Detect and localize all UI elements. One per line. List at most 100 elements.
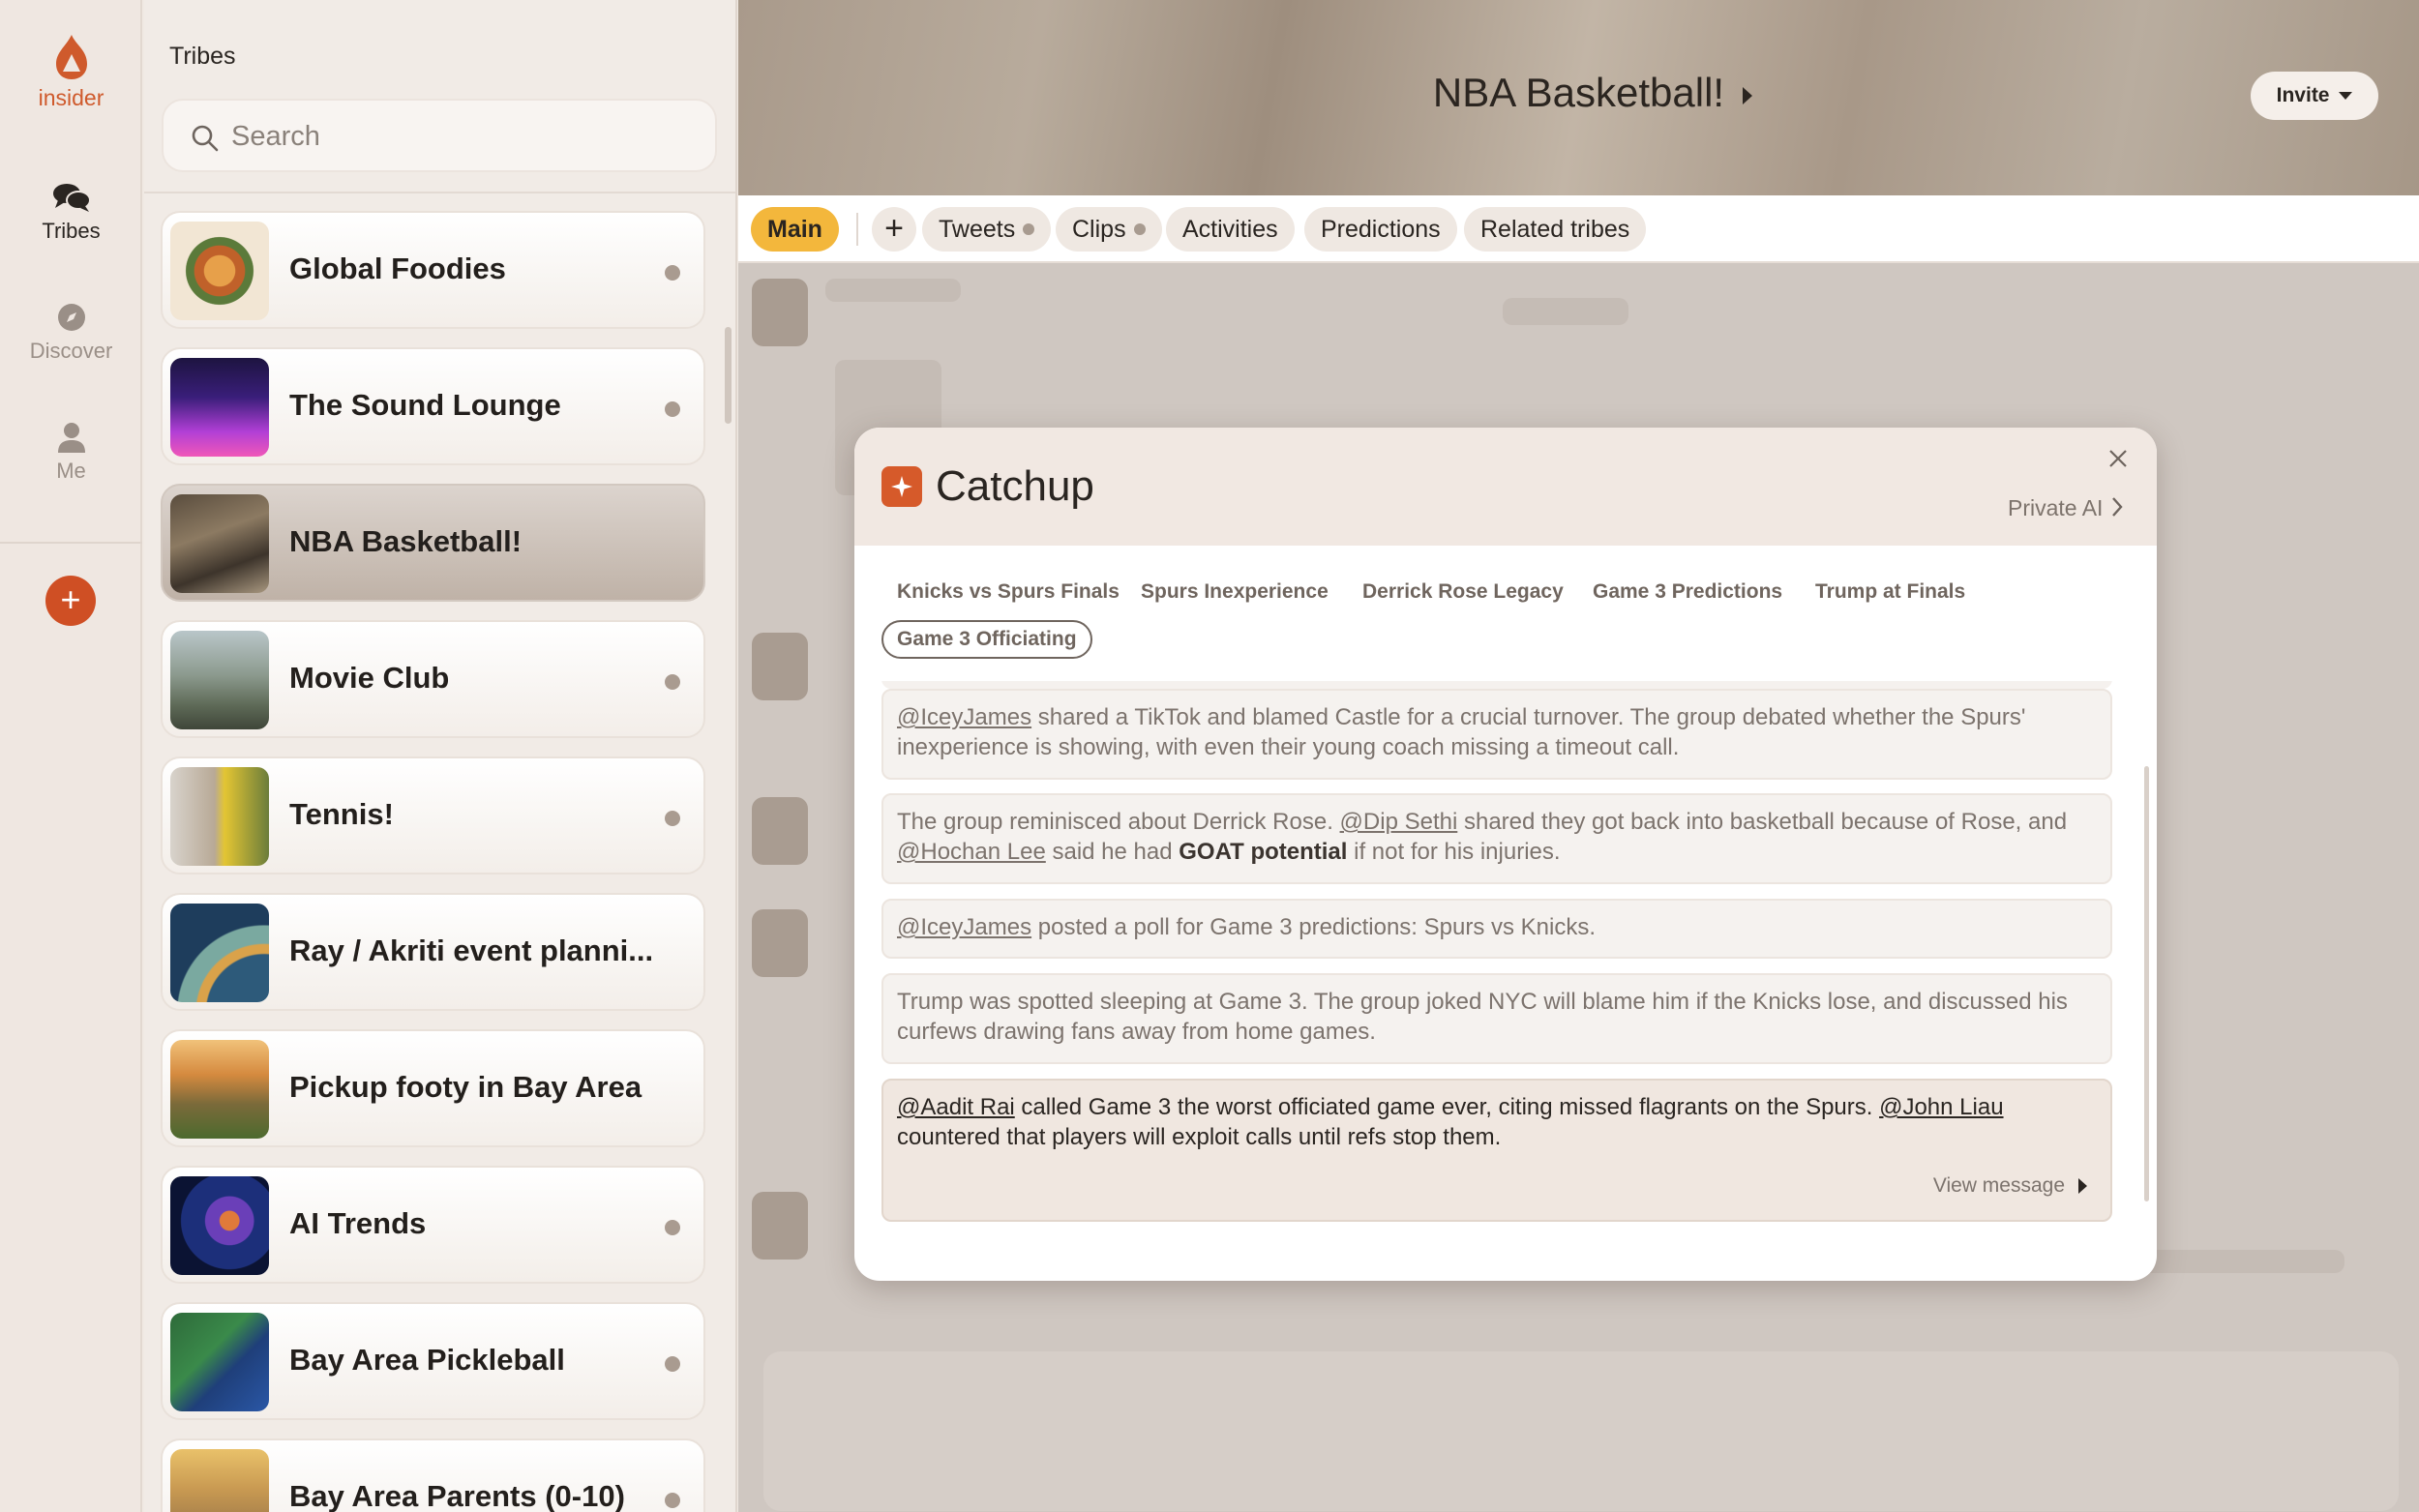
topic-trump-at-finals[interactable]: Trump at Finals [1815,580,1965,604]
summary-text: The group reminisced about Derrick Rose. [897,809,1340,835]
add-tab-button[interactable]: + [872,207,916,252]
tab-related-tribes[interactable]: Related tribes [1464,207,1647,252]
tribe-name: Pickup footy in Bay Area [289,1070,642,1104]
rail-label-me: Me [56,459,86,483]
rail-item-tribes[interactable]: Tribes [0,182,142,244]
channel-main: NBA Basketball! Invite Main + Tweets Cli… [738,0,2419,1512]
tribe-name: Global Foodies [289,252,506,285]
tribe-item-global-foodies[interactable]: Global Foodies [161,211,705,329]
compass-icon [57,304,85,331]
catchup-scrollbar[interactable] [2144,766,2149,1201]
view-message-link[interactable]: View message [1933,1171,2087,1201]
avatar [752,797,808,865]
tribe-thumbnail [170,1313,269,1411]
tribes-heading: Tribes [169,43,236,70]
rail-label-tribes: Tribes [42,219,101,243]
tab-label: Activities [1182,216,1278,243]
tab-activities[interactable]: Activities [1166,207,1295,252]
tribe-thumbnail [170,494,269,593]
topic-spurs-inexperience[interactable]: Spurs Inexperience [1141,580,1329,604]
search-input[interactable] [231,114,696,159]
chat-bubbles-icon [52,184,91,212]
tribes-divider [144,192,735,193]
search-box[interactable] [162,99,717,172]
invite-button[interactable]: Invite [2251,72,2378,120]
tribe-name: NBA Basketball! [289,524,523,558]
summary-text: shared they got back into basketball bec… [1457,809,2068,835]
channel-title[interactable]: NBA Basketball! [738,70,2419,116]
mention[interactable]: @John Liau [1879,1094,2003,1120]
mention[interactable]: @IceyJames [897,704,1031,730]
summary-card[interactable]: @IceyJames shared a TikTok and blamed Ca… [881,689,2112,780]
add-tribe-button[interactable]: + [45,576,96,626]
topic-knicks-vs-spurs-finals[interactable]: Knicks vs Spurs Finals [897,580,1120,604]
avatar [752,909,808,977]
tribe-thumbnail [170,358,269,457]
tribe-item-movie-club[interactable]: Movie Club [161,620,705,738]
rail-divider [0,542,142,544]
mention[interactable]: @IceyJames [897,914,1031,940]
tribe-name: Tennis! [289,797,394,831]
summary-card[interactable]: @IceyJames posted a poll for Game 3 pred… [881,899,2112,959]
summary-text: Trump was spotted sleeping at Game 3. Th… [897,989,2068,1045]
tab-clips[interactable]: Clips [1056,207,1162,252]
summary-card-partial [881,681,2112,689]
topic-derrick-rose-legacy[interactable]: Derrick Rose Legacy [1362,580,1564,604]
tab-tweets[interactable]: Tweets [922,207,1052,252]
tribe-item-tennis[interactable]: Tennis! [161,756,705,875]
tribe-thumbnail [170,631,269,729]
close-icon[interactable] [2106,447,2130,470]
summary-text: countered that players will exploit call… [897,1124,1502,1150]
summary-card[interactable]: The group reminisced about Derrick Rose.… [881,793,2112,884]
tribe-item-bay-area-pickleball[interactable]: Bay Area Pickleball [161,1302,705,1420]
summary-card-selected[interactable]: @Aadit Rai called Game 3 the worst offic… [881,1079,2112,1222]
topic-game-3-officiating[interactable]: Game 3 Officiating [881,620,1092,659]
tab-label: Related tribes [1480,216,1630,243]
view-message-label: View message [1932,1174,2065,1197]
tribe-item-pickup-footy[interactable]: Pickup footy in Bay Area [161,1029,705,1147]
summary-text: if not for his injuries. [1347,839,1561,865]
sparkle-icon [881,466,922,507]
tribe-item-bay-area-parents[interactable]: Bay Area Parents (0-10) [161,1438,705,1512]
tab-label: Tweets [939,216,1016,243]
tribe-thumbnail [170,1449,269,1512]
rail-item-me[interactable]: Me [0,422,142,484]
tribe-thumbnail [170,1040,269,1139]
tab-predictions[interactable]: Predictions [1304,207,1457,252]
summary-card[interactable]: Trump was spotted sleeping at Game 3. Th… [881,973,2112,1064]
unread-dot [665,1493,680,1508]
search-icon [192,125,219,152]
tribes-scrollbar[interactable] [725,327,732,424]
plus-icon: + [884,210,904,247]
private-ai-link[interactable]: Private AI [2008,495,2124,521]
tribe-item-ray-akriti[interactable]: Ray / Akriti event planni... [161,893,705,1011]
mention[interactable]: @Aadit Rai [897,1094,1015,1120]
mention[interactable]: @Hochan Lee [897,839,1046,865]
unread-dot [665,1220,680,1235]
caret-down-icon [2339,92,2353,100]
tribe-thumbnail [170,1176,269,1275]
tribe-item-the-sound-lounge[interactable]: The Sound Lounge [161,347,705,465]
tab-label: Clips [1072,216,1126,243]
tab-divider [856,213,858,246]
tribes-panel: Tribes Global Foodies The Sound Lounge N… [144,0,737,1512]
emphasis-text: GOAT potential [1179,839,1348,865]
topic-game-3-predictions[interactable]: Game 3 Predictions [1593,580,1782,604]
app-logo[interactable]: insider [0,33,142,111]
tab-main[interactable]: Main [751,207,839,252]
person-icon [57,423,85,453]
tribe-name: AI Trends [289,1206,427,1240]
unread-dot [665,674,680,690]
tribe-name: The Sound Lounge [289,388,561,422]
summary-text: posted a poll for Game 3 predictions: Sp… [1031,914,1597,940]
caret-right-icon[interactable] [1743,87,1752,104]
channel-header-banner: NBA Basketball! Invite [738,0,2419,195]
mention[interactable]: @Dip Sethi [1340,809,1458,835]
tribe-item-nba-basketball[interactable]: NBA Basketball! [161,484,705,602]
tribe-item-ai-trends[interactable]: AI Trends [161,1166,705,1284]
unread-dot [1023,223,1035,235]
unread-dot [665,265,680,281]
rail-item-discover[interactable]: Discover [0,302,142,364]
tribe-name: Movie Club [289,661,450,695]
tribe-thumbnail [170,767,269,866]
